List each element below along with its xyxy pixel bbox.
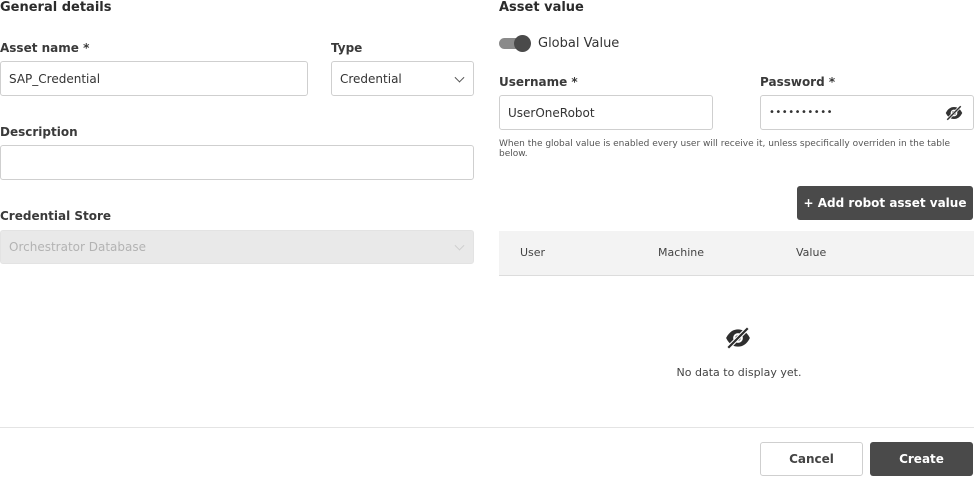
table-header: User Machine Value — [499, 231, 974, 276]
username-label: Username * — [499, 75, 578, 89]
username-input[interactable]: UserOneRobot — [499, 95, 713, 130]
description-input[interactable] — [0, 145, 474, 180]
chevron-down-icon — [454, 72, 465, 83]
type-label: Type — [331, 41, 363, 55]
username-value: UserOneRobot — [508, 105, 595, 120]
general-details-title: General details — [0, 0, 112, 15]
eye-off-icon — [725, 326, 751, 353]
type-select[interactable]: Credential — [331, 61, 474, 96]
credential-store-value: Orchestrator Database — [9, 240, 146, 254]
asset-name-label: Asset name * — [0, 41, 90, 55]
column-header-value[interactable]: Value — [796, 246, 826, 259]
cancel-button[interactable]: Cancel — [760, 442, 863, 476]
eye-off-icon[interactable] — [945, 105, 963, 124]
add-robot-asset-value-button[interactable]: + Add robot asset value — [797, 186, 973, 220]
column-header-machine[interactable]: Machine — [658, 246, 704, 259]
global-value-toggle[interactable] — [499, 35, 531, 52]
credential-store-label: Credential Store — [0, 209, 112, 223]
global-value-label: Global Value — [538, 36, 620, 51]
password-input[interactable]: •••••••••• — [760, 95, 974, 130]
description-label: Description — [0, 125, 78, 139]
type-value: Credential — [340, 71, 402, 86]
create-button[interactable]: Create — [870, 442, 973, 476]
asset-name-input[interactable]: SAP_Credential — [0, 61, 308, 96]
footer-divider — [0, 427, 974, 428]
chevron-down-icon — [454, 240, 465, 251]
asset-name-value: SAP_Credential — [9, 71, 101, 86]
global-value-helper-text: When the global value is enabled every u… — [499, 139, 951, 159]
password-value: •••••••••• — [769, 107, 833, 118]
asset-value-title: Asset value — [499, 0, 584, 15]
table-empty-text: No data to display yet. — [676, 366, 802, 379]
credential-store-select: Orchestrator Database — [0, 230, 474, 264]
toggle-knob — [514, 35, 531, 52]
password-label: Password * — [760, 75, 836, 89]
column-header-user[interactable]: User — [520, 246, 545, 259]
